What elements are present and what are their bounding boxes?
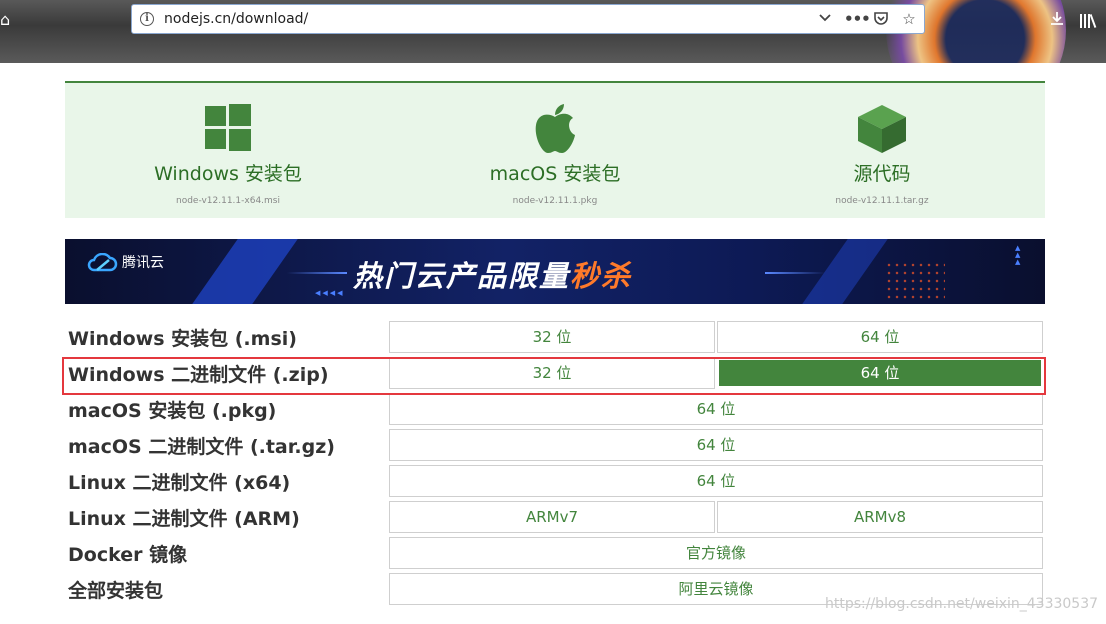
banner-decoration: ▲ ▲ ▲ [1015, 244, 1023, 266]
apple-icon [532, 103, 578, 159]
card-filename: node-v12.11.1-x64.msi [176, 196, 280, 206]
promo-banner[interactable]: 腾讯云 热门云产品限量秒杀 ◀◀◀◀ ▲ ▲ ▲ [65, 239, 1045, 304]
card-source-code[interactable]: 源代码 node-v12.11.1.tar.gz [719, 83, 1045, 218]
info-icon[interactable]: i [140, 12, 154, 26]
banner-headline-text: 热门云产品限量 [353, 259, 571, 293]
card-title[interactable]: Windows 安装包 [65, 159, 391, 186]
row-label: Linux 二进制文件 (x64) [68, 472, 291, 494]
download-button-64bit[interactable]: 64 位 [389, 393, 1043, 425]
home-icon[interactable]: ⌂ [0, 10, 10, 30]
download-cards: Windows 安装包 node-v12.11.1-x64.msi macOS … [65, 81, 1045, 218]
card-macos-installer[interactable]: macOS 安装包 node-v12.11.1.pkg [392, 83, 718, 218]
banner-decoration [192, 239, 298, 304]
banner-decoration: ◀◀◀◀ [315, 289, 345, 297]
url-text[interactable]: nodejs.cn/download/ [164, 11, 308, 27]
download-button-64bit[interactable]: 64 位 [717, 321, 1043, 353]
docker-official-image-button[interactable]: 官方镜像 [389, 537, 1043, 569]
row-label: 全部安装包 [68, 580, 164, 602]
browser-toolbar: ⌂ i nodejs.cn/download/ ••• ☆ [0, 0, 1106, 63]
banner-headline-hot: 秒杀 [570, 259, 633, 293]
card-title[interactable]: 源代码 [719, 159, 1045, 186]
download-button-64bit-active[interactable]: 64 位 [719, 360, 1041, 386]
banner-brand: 腾讯云 [122, 255, 164, 271]
download-row: Linux 二进制文件 (x64) 64 位 [65, 464, 1045, 498]
card-filename: node-v12.11.1.pkg [512, 196, 598, 206]
banner-decoration [765, 272, 825, 274]
card-title[interactable]: macOS 安装包 [392, 159, 718, 186]
download-row: Windows 安装包 (.msi) 32 位 64 位 [65, 320, 1045, 354]
row-label: Linux 二进制文件 (ARM) [68, 508, 300, 530]
download-button-64bit[interactable]: 64 位 [389, 465, 1043, 497]
banner-decoration [287, 272, 347, 274]
chevron-down-icon[interactable] [816, 10, 834, 28]
row-label: Windows 二进制文件 (.zip) [68, 364, 329, 386]
download-row: macOS 安装包 (.pkg) 64 位 [65, 392, 1045, 426]
bookmark-star-icon[interactable]: ☆ [900, 10, 918, 28]
download-button-armv8[interactable]: ARMv8 [717, 501, 1043, 533]
card-windows-installer[interactable]: Windows 安装包 node-v12.11.1-x64.msi [65, 83, 391, 218]
download-button-32bit[interactable]: 32 位 [389, 321, 715, 353]
download-row: Windows 二进制文件 (.zip) 32 位 64 位 [65, 356, 1045, 390]
download-button-32bit[interactable]: 32 位 [389, 357, 715, 389]
pocket-icon[interactable] [872, 10, 890, 28]
row-label: Docker 镜像 [68, 544, 188, 566]
banner-headline: 热门云产品限量秒杀 [353, 253, 632, 295]
row-label: Windows 安装包 (.msi) [68, 328, 297, 350]
banner-decoration [885, 261, 945, 301]
windows-icon [204, 103, 252, 155]
tencent-cloud-logo-icon [85, 252, 119, 277]
row-label: macOS 安装包 (.pkg) [68, 400, 277, 422]
box-icon [856, 103, 908, 159]
more-icon[interactable]: ••• [844, 10, 871, 28]
watermark: https://blog.csdn.net/weixin_43330537 [825, 596, 1099, 612]
address-bar[interactable]: i nodejs.cn/download/ ••• ☆ [131, 4, 925, 34]
download-icon[interactable] [1048, 10, 1066, 28]
download-row: macOS 二进制文件 (.tar.gz) 64 位 [65, 428, 1045, 462]
row-label: macOS 二进制文件 (.tar.gz) [68, 436, 335, 458]
download-row: Docker 镜像 官方镜像 [65, 536, 1045, 570]
card-filename: node-v12.11.1.tar.gz [835, 196, 929, 206]
download-button-64bit[interactable]: 64 位 [389, 429, 1043, 461]
download-row: Linux 二进制文件 (ARM) ARMv7 ARMv8 [65, 500, 1045, 534]
download-button-armv7[interactable]: ARMv7 [389, 501, 715, 533]
library-icon[interactable] [1080, 10, 1098, 28]
